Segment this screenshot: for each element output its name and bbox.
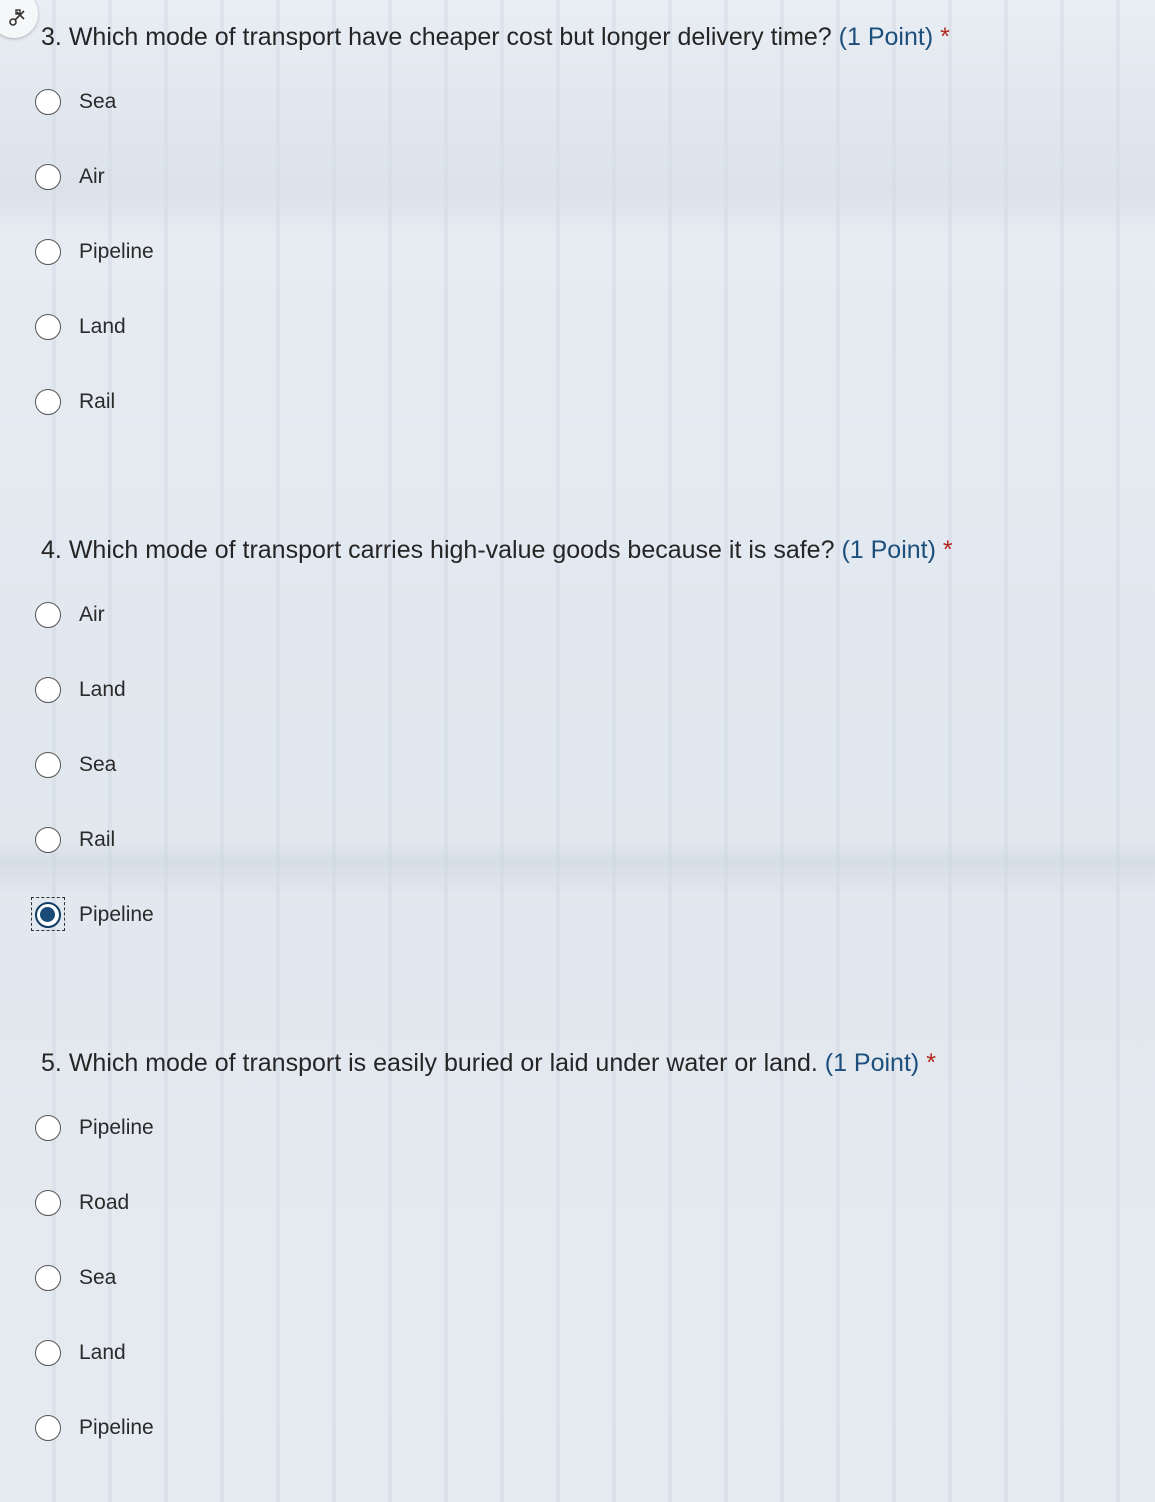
option-label: Pipeline: [79, 1116, 154, 1139]
option-land[interactable]: Land: [34, 307, 126, 347]
required-asterisk: *: [926, 1049, 936, 1077]
question-title: 3. Which mode of transport have cheaper …: [41, 21, 950, 53]
option-label: Sea: [79, 1266, 117, 1289]
option-pipeline-selected[interactable]: Pipeline: [31, 895, 154, 935]
question-number: 4.: [41, 536, 62, 564]
option-air[interactable]: Air: [34, 595, 105, 635]
radio-button[interactable]: [35, 89, 61, 115]
option-rail[interactable]: Rail: [34, 820, 115, 860]
option-pipeline[interactable]: Pipeline: [34, 1408, 154, 1448]
question-title: 5. Which mode of transport is easily bur…: [41, 1047, 936, 1079]
question-title: 4. Which mode of transport carries high-…: [41, 534, 953, 566]
radio-button[interactable]: [35, 1415, 61, 1441]
question-3: 3. Which mode of transport have cheaper …: [41, 21, 950, 53]
option-label: Road: [79, 1191, 130, 1214]
radio-button[interactable]: [35, 389, 61, 415]
option-pipeline[interactable]: Pipeline: [34, 232, 154, 272]
option-label: Air: [79, 165, 105, 188]
option-label: Pipeline: [79, 903, 154, 926]
option-label: Pipeline: [79, 1416, 154, 1439]
required-asterisk: *: [940, 23, 950, 51]
option-rail[interactable]: Rail: [34, 382, 115, 422]
option-sea[interactable]: Sea: [34, 82, 116, 122]
option-label: Air: [79, 603, 105, 626]
question-text: Which mode of transport carries high-val…: [68, 536, 835, 564]
points-label: (1 Point): [838, 23, 934, 51]
option-land[interactable]: Land: [34, 670, 126, 710]
option-air[interactable]: Air: [34, 157, 105, 197]
question-4: 4. Which mode of transport carries high-…: [41, 534, 953, 566]
radio-button[interactable]: [35, 602, 61, 628]
option-label: Land: [79, 315, 126, 338]
radio-button[interactable]: [35, 677, 61, 703]
question-number: 5.: [41, 1049, 62, 1077]
question-text: Which mode of transport have cheaper cos…: [68, 23, 832, 51]
option-label: Rail: [79, 828, 116, 851]
option-label: Land: [79, 678, 126, 701]
radio-button[interactable]: [35, 1115, 61, 1141]
radio-button-selected[interactable]: [35, 902, 61, 928]
option-label: Sea: [79, 753, 117, 776]
points-label: (1 Point): [841, 536, 936, 564]
radio-button[interactable]: [35, 314, 61, 340]
radio-button[interactable]: [35, 827, 61, 853]
option-label: Rail: [79, 390, 116, 413]
radio-button[interactable]: [35, 239, 61, 265]
question-text: Which mode of transport is easily buried…: [68, 1049, 818, 1077]
option-sea[interactable]: Sea: [34, 745, 116, 785]
required-asterisk: *: [942, 536, 953, 564]
option-label: Land: [79, 1341, 126, 1364]
points-label: (1 Point): [824, 1049, 920, 1077]
question-number: 3.: [41, 23, 62, 51]
radio-button[interactable]: [35, 1265, 61, 1291]
option-label: Sea: [79, 90, 117, 113]
background-image: [0, 0, 1155, 1502]
radio-button[interactable]: [35, 1190, 61, 1216]
option-road[interactable]: Road: [34, 1183, 129, 1223]
option-sea[interactable]: Sea: [34, 1258, 116, 1298]
option-pipeline[interactable]: Pipeline: [34, 1108, 154, 1148]
radio-button[interactable]: [35, 164, 61, 190]
option-label: Pipeline: [79, 240, 154, 263]
radio-button[interactable]: [35, 752, 61, 778]
radio-button[interactable]: [35, 1340, 61, 1366]
question-5: 5. Which mode of transport is easily bur…: [41, 1047, 936, 1079]
option-land[interactable]: Land: [34, 1333, 126, 1373]
